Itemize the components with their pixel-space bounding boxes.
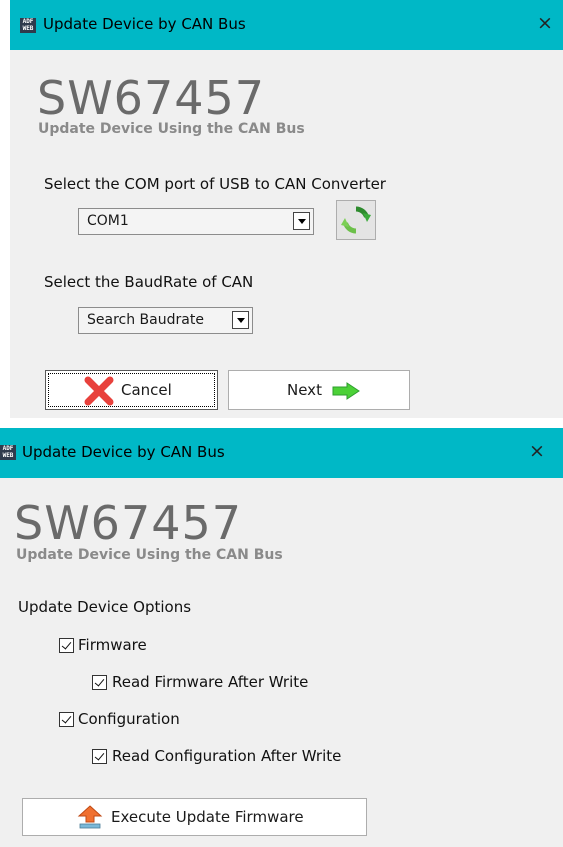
read-configuration-label: Read Configuration After Write bbox=[112, 747, 342, 765]
upload-icon bbox=[77, 805, 103, 829]
product-code: SW67457 bbox=[37, 71, 266, 125]
execute-label: Execute Update Firmware bbox=[111, 808, 304, 826]
cancel-button[interactable]: Cancel bbox=[45, 370, 218, 410]
update-device-window-step2: ADF WEB Update Device by CAN Bus × SW6745… bbox=[0, 428, 563, 847]
refresh-icon bbox=[341, 206, 371, 234]
close-icon[interactable]: × bbox=[533, 12, 557, 34]
update-options-label: Update Device Options bbox=[18, 598, 192, 616]
title-bar: ADF WEB Update Device by CAN Bus × bbox=[0, 428, 563, 478]
com-port-label: Select the COM port of USB to CAN Conver… bbox=[44, 175, 386, 193]
baudrate-value: Search Baudrate bbox=[87, 312, 204, 328]
cancel-x-icon bbox=[84, 376, 114, 406]
next-button[interactable]: Next bbox=[228, 370, 410, 410]
next-label: Next bbox=[287, 381, 322, 399]
refresh-ports-button[interactable] bbox=[336, 200, 376, 240]
window-title: Update Device by CAN Bus bbox=[22, 443, 225, 461]
window-title: Update Device by CAN Bus bbox=[43, 15, 246, 33]
read-firmware-checkbox[interactable] bbox=[92, 675, 107, 690]
product-subtitle: Update Device Using the CAN Bus bbox=[38, 121, 305, 137]
dropdown-arrow-icon[interactable] bbox=[232, 311, 249, 329]
read-firmware-label: Read Firmware After Write bbox=[112, 673, 309, 691]
title-bar: ADF WEB Update Device by CAN Bus × bbox=[10, 0, 563, 50]
firmware-checkbox[interactable] bbox=[59, 638, 74, 653]
cancel-label: Cancel bbox=[121, 381, 172, 399]
configuration-label: Configuration bbox=[78, 710, 180, 728]
product-subtitle: Update Device Using the CAN Bus bbox=[16, 547, 283, 563]
com-port-value: COM1 bbox=[87, 213, 129, 229]
app-icon: ADF WEB bbox=[0, 445, 16, 460]
com-port-select[interactable]: COM1 bbox=[78, 208, 314, 235]
close-icon[interactable]: × bbox=[525, 440, 549, 462]
configuration-checkbox[interactable] bbox=[59, 712, 74, 727]
next-arrow-icon bbox=[332, 382, 360, 400]
baudrate-label: Select the BaudRate of CAN bbox=[44, 273, 254, 291]
update-device-window-step1: ADF WEB Update Device by CAN Bus × SW6745… bbox=[10, 0, 563, 418]
app-icon: ADF WEB bbox=[20, 18, 36, 33]
baudrate-select[interactable]: Search Baudrate bbox=[78, 307, 253, 334]
dropdown-arrow-icon[interactable] bbox=[293, 212, 310, 230]
read-configuration-checkbox[interactable] bbox=[92, 749, 107, 764]
firmware-label: Firmware bbox=[78, 636, 147, 654]
execute-update-firmware-button[interactable]: Execute Update Firmware bbox=[22, 798, 367, 836]
product-code: SW67457 bbox=[14, 496, 243, 550]
